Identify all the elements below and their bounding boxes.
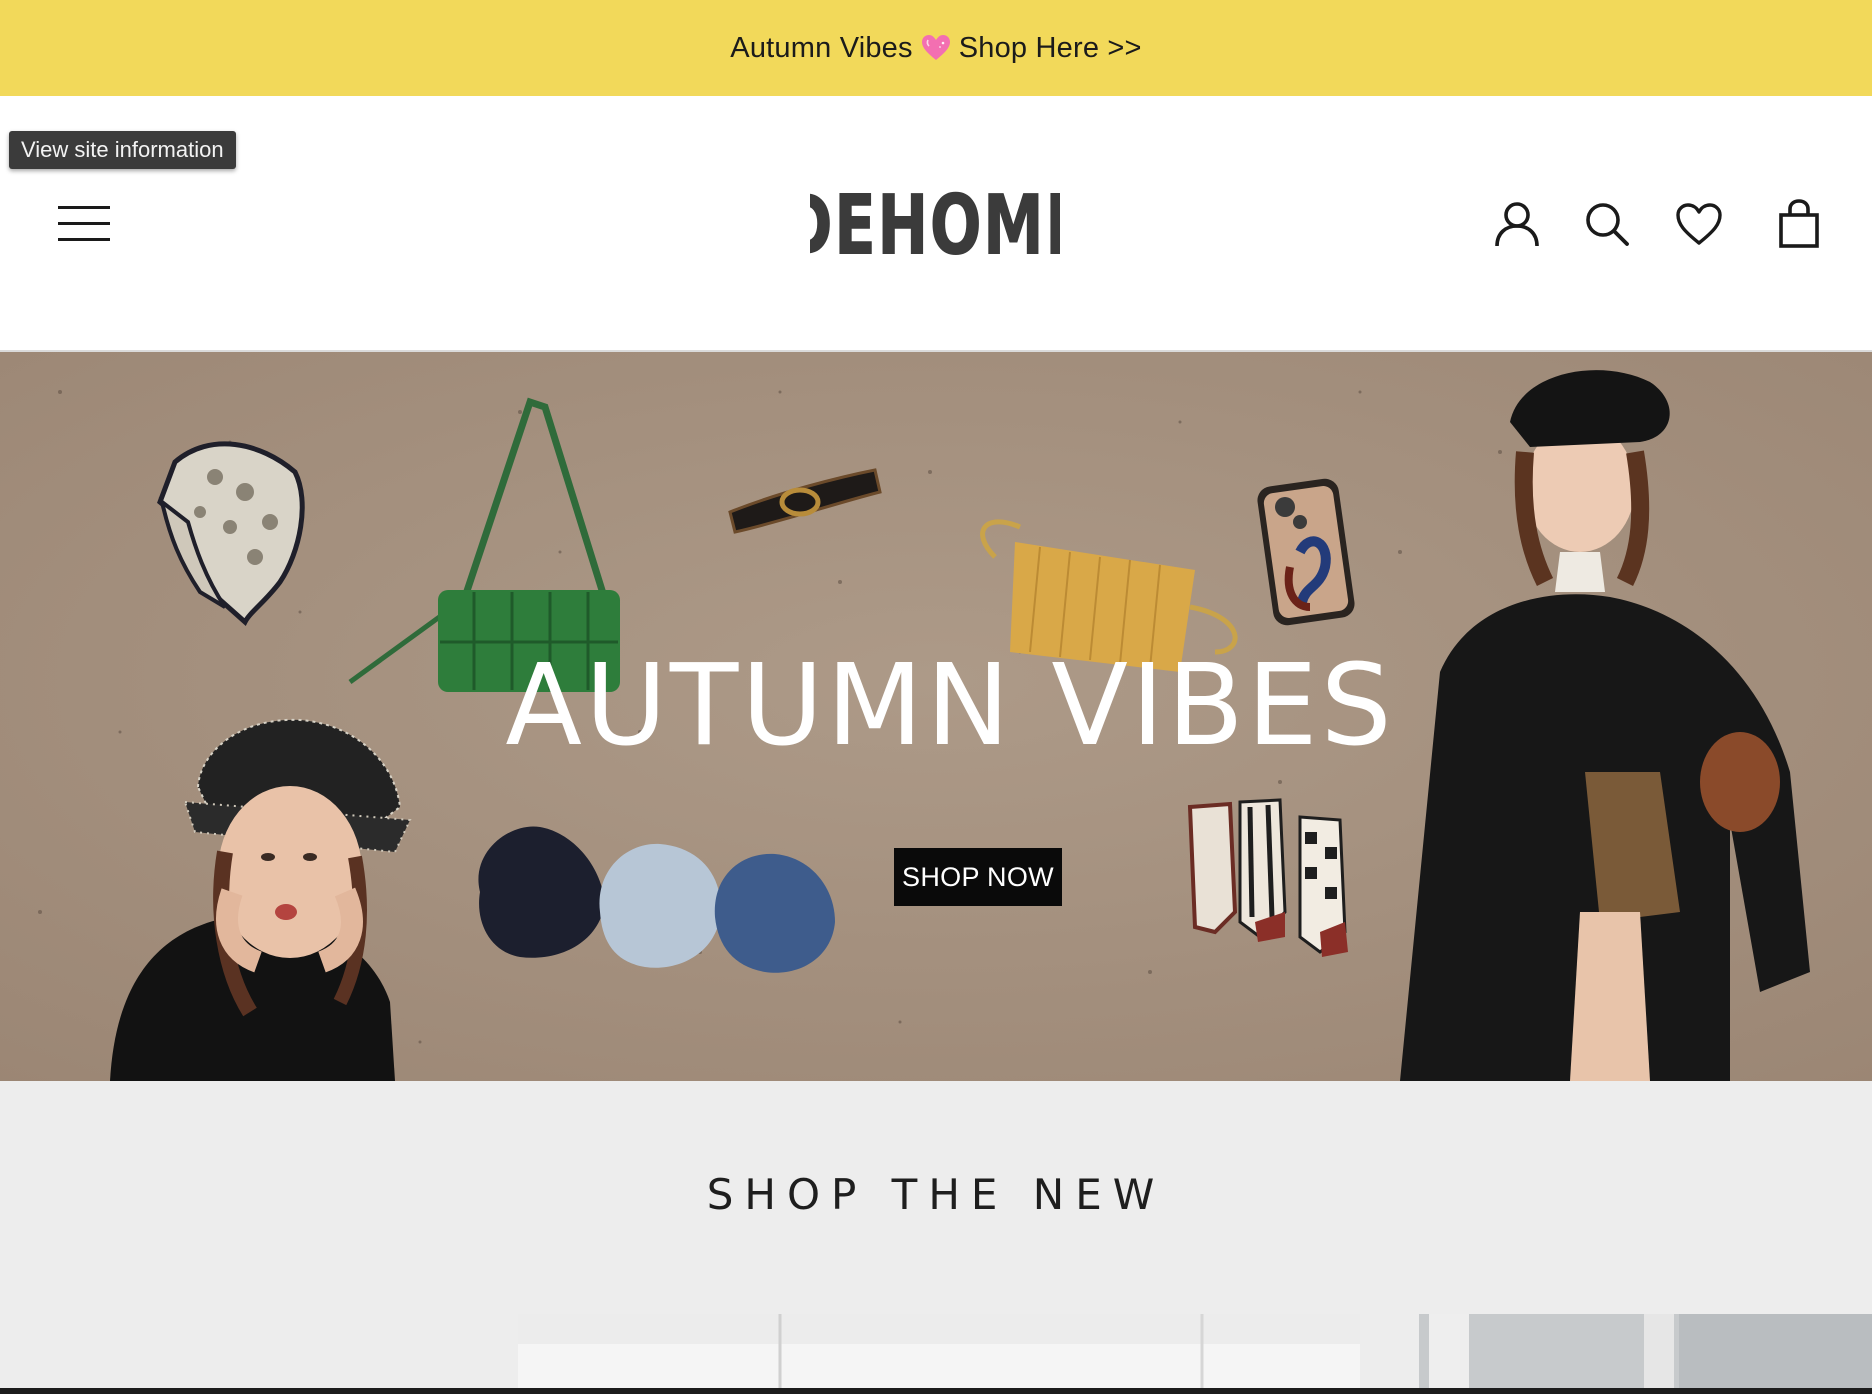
wishlist-heart-icon [1676, 203, 1722, 245]
announcement-text-start: Autumn Vibes [730, 31, 913, 64]
section-title: SHOP THE NEW [706, 1170, 1166, 1219]
bottom-edge [0, 1388, 1872, 1394]
site-logo[interactable]: DEHOME [810, 186, 1060, 266]
search-icon [1586, 203, 1629, 246]
socks-image [1187, 798, 1348, 957]
search-button[interactable] [1582, 196, 1632, 252]
announcement-text-end: Shop Here >> [958, 31, 1142, 64]
product-image [1419, 1314, 1872, 1394]
menu-icon [58, 206, 110, 209]
site-info-tooltip: View site information [9, 131, 236, 169]
product-image [518, 1314, 1360, 1394]
shop-now-button[interactable]: SHOP NOW [894, 848, 1062, 906]
product-card[interactable] [1419, 1314, 1872, 1394]
announcement-link[interactable]: Autumn Vibes Shop Here >> [730, 32, 1141, 65]
account-button[interactable] [1492, 196, 1542, 252]
cart-button[interactable] [1774, 196, 1824, 252]
announcement-bar[interactable]: Autumn Vibes Shop Here >> [0, 0, 1872, 96]
hero-banner[interactable]: AUTUMN VIBES SHOP NOW [0, 352, 1872, 1081]
wishlist-button[interactable] [1674, 196, 1724, 252]
account-icon [1495, 202, 1539, 247]
pink-heart-icon [921, 35, 950, 60]
menu-icon [58, 238, 110, 241]
site-header: View site information DEHOME [0, 96, 1872, 352]
menu-button[interactable] [58, 206, 110, 242]
logo-text: DEHOME [810, 186, 1060, 266]
product-card[interactable] [518, 1314, 1360, 1394]
menu-icon [58, 222, 110, 225]
shopping-bag-icon [1779, 199, 1819, 248]
page: Autumn Vibes Shop Here >> View site info… [0, 0, 1872, 1394]
hero-title: AUTUMN VIBES [505, 641, 1395, 771]
